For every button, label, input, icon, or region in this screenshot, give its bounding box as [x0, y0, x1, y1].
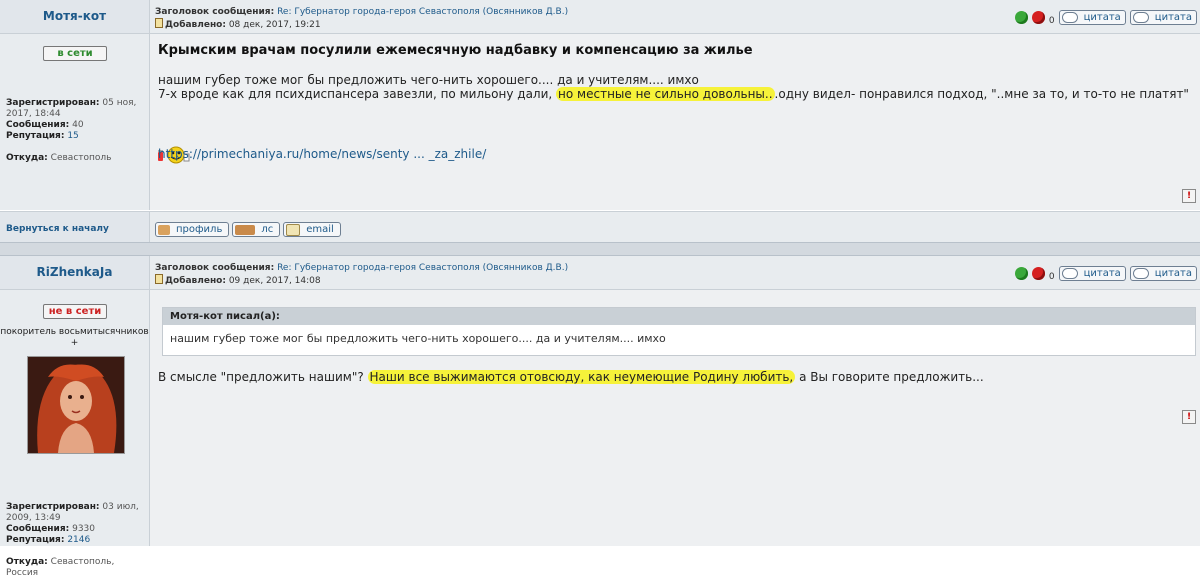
registered-label: Зарегистрирован: [6, 98, 100, 108]
reply-start: В смысле "предложить нашим"? [158, 370, 368, 384]
profile-button-label: профиль [176, 224, 223, 235]
reply-end: а Вы говорите предложить... [795, 370, 984, 384]
user-avatar[interactable] [27, 356, 125, 454]
users-icon [235, 224, 256, 235]
post-icon[interactable] [155, 18, 163, 28]
subject-link[interactable]: Re: Губернатор города-героя Севастополя … [277, 263, 568, 273]
quote-bubble-icon [1132, 267, 1149, 279]
envelope-icon [286, 223, 301, 236]
added-date: 09 дек, 2017, 14:08 [228, 276, 321, 286]
added-date: 08 дек, 2017, 19:21 [228, 20, 321, 30]
post-line-2-start: 7-х вроде как для психдиспансера завезли… [158, 87, 557, 101]
location-value: Севастополь [50, 153, 112, 163]
post-tools: 0 цитата цитата [1014, 9, 1197, 26]
added-label: Добавлено: [165, 20, 226, 30]
email-button-label: email [306, 224, 334, 235]
location-label: Откуда: [6, 153, 48, 163]
pm-button[interactable]: лс [232, 222, 281, 237]
messages-label: Сообщения: [6, 120, 70, 130]
reputation-label: Репутация: [6, 535, 65, 545]
rate-plus-icon[interactable] [1014, 10, 1028, 24]
post-body: Мотя-кот писал(а): нашим губер тоже мог … [150, 290, 1200, 546]
quote-button-label: цитата [1154, 267, 1192, 279]
back-to-top-link[interactable]: Вернуться к началу [6, 224, 109, 234]
rating-count: 0 [1048, 16, 1055, 26]
profile-icon [158, 224, 170, 235]
post-tools: 0 цитата цитата [1014, 265, 1197, 282]
quote-bubble-icon [1061, 11, 1078, 23]
author-profile: в сети Зарегистрирован: 05 ноя, 2017, 18… [0, 34, 150, 210]
report-button[interactable]: ! [1182, 410, 1196, 424]
added-label: Добавлено: [165, 276, 226, 286]
subject-line: Заголовок сообщения: Re: Губернатор горо… [155, 263, 568, 274]
quote-text: нашим губер тоже мог бы предложить чего-… [170, 332, 666, 345]
email-button[interactable]: email [283, 222, 341, 237]
post-icon[interactable] [155, 274, 163, 284]
rating-count: 0 [1048, 272, 1055, 282]
profile-info: Зарегистрирован: 05 ноя, 2017, 18:44 Соо… [6, 98, 146, 164]
status-online-badge[interactable]: в сети [43, 46, 107, 61]
quote-button-label: цитата [1083, 267, 1121, 279]
post-line-2: 7-х вроде как для психдиспансера завезли… [158, 87, 1189, 101]
profile-button[interactable]: профиль [155, 222, 230, 237]
highlighted-text: Наши все выжимаются отовсюду, как неумею… [367, 370, 796, 384]
post-footer-left: Вернуться к началу [0, 211, 150, 242]
quote-block: Мотя-кот писал(а): нашим губер тоже мог … [162, 307, 1196, 356]
subject-line: Заголовок сообщения: Re: Губернатор горо… [155, 7, 568, 18]
quote-bubble-icon [1061, 267, 1078, 279]
post-2: RiZhenkaJa Заголовок сообщения: Re: Губе… [0, 256, 1200, 578]
reputation-label: Репутация: [6, 131, 65, 141]
pm-button-label: лс [261, 224, 274, 235]
quote-selected-button[interactable]: цитата [1129, 9, 1197, 25]
author-name[interactable]: RiZhenkaJa [0, 265, 149, 279]
post-1: Мотя-кот Заголовок сообщения: Re: Губерн… [0, 0, 1200, 242]
quote-selected-button[interactable]: цитата [1129, 265, 1197, 281]
reputation-value[interactable]: 15 [67, 131, 78, 141]
author-profile: не в сети покоритель восьмитысячников + … [0, 290, 150, 578]
reply-text: В смысле "предложить нашим"? Наши все вы… [158, 370, 984, 384]
post-line-1: нашим губер тоже мог бы предложить чего-… [158, 73, 699, 87]
post-body: Крымским врачам посулили ежемесячную над… [150, 34, 1200, 210]
quote-button[interactable]: цитата [1058, 265, 1126, 281]
post-header: Заголовок сообщения: Re: Губернатор горо… [150, 256, 1200, 290]
post-header: Заголовок сообщения: Re: Губернатор горо… [150, 0, 1200, 34]
rate-minus-icon[interactable] [1031, 10, 1045, 24]
author-header: RiZhenkaJa [0, 256, 150, 290]
added-line: Добавлено: 09 дек, 2017, 14:08 [155, 274, 321, 287]
user-rank: покоритель восьмитысячников + [0, 327, 149, 348]
footer-buttons: профиль лс email [155, 222, 341, 237]
subject-label: Заголовок сообщения: [155, 7, 275, 17]
registered-label: Зарегистрирован: [6, 502, 100, 512]
post-footer: профиль лс email [150, 211, 1200, 242]
messages-value: 40 [72, 120, 84, 130]
subject-label: Заголовок сообщения: [155, 263, 275, 273]
quote-button-label: цитата [1154, 11, 1192, 23]
reputation-value[interactable]: 2146 [67, 535, 90, 545]
messages-value: 9330 [72, 524, 95, 534]
post-line-2-end: .одну видел- понравился подход, "..мне з… [774, 87, 1189, 101]
quote-author: Мотя-кот писал(а): [163, 308, 1195, 325]
profile-info: Зарегистрирован: 03 июл, 2009, 13:49 Соо… [6, 502, 146, 579]
added-line: Добавлено: 08 дек, 2017, 19:21 [155, 18, 321, 31]
highlighted-text: но местные не сильно довольны.. [556, 87, 775, 101]
post-title: Крымским врачам посулили ежемесячную над… [158, 43, 753, 58]
report-button[interactable]: ! [1182, 189, 1196, 203]
author-header: Мотя-кот [0, 0, 150, 34]
rate-plus-icon[interactable] [1014, 266, 1028, 280]
rate-minus-icon[interactable] [1031, 266, 1045, 280]
quote-button[interactable]: цитата [1058, 9, 1126, 25]
messages-label: Сообщения: [6, 524, 70, 534]
location-label: Откуда: [6, 557, 48, 567]
quote-bubble-icon [1132, 11, 1149, 23]
subject-link[interactable]: Re: Губернатор города-героя Севастополя … [277, 7, 568, 17]
quote-button-label: цитата [1083, 11, 1121, 23]
post-separator [0, 242, 1200, 256]
status-offline-badge[interactable]: не в сети [43, 304, 107, 319]
author-name[interactable]: Мотя-кот [0, 9, 149, 23]
news-link[interactable]: https://primechaniya.ru/home/news/senty … [158, 147, 486, 161]
